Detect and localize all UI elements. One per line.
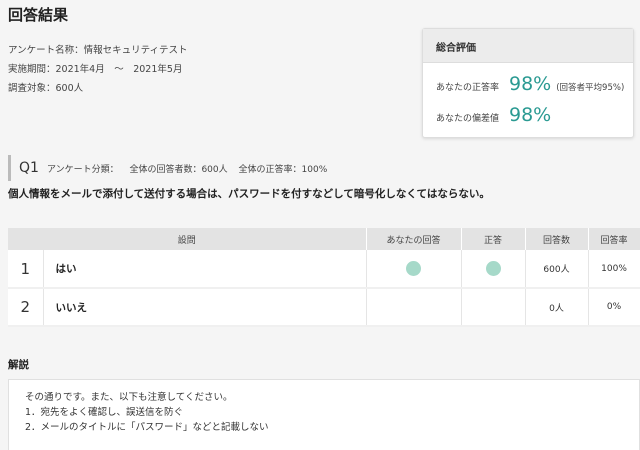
deviation-label: あなたの偏差値: [436, 114, 500, 124]
row-index: 1: [8, 250, 44, 289]
survey-target: 調査対象：600人: [8, 83, 84, 94]
summary-card: 総合評価 あなたの正答率 98% (回答者平均95%) あなたの偏差値 98%: [422, 28, 634, 138]
correct-cell: [461, 288, 526, 327]
summary-title: 総合評価: [423, 29, 633, 63]
your-answer-cell: [366, 250, 462, 289]
question-header: Q1 アンケート分類： 全体の回答者数：600人 全体の正答率：100%: [8, 155, 335, 181]
header-count: 回答数: [525, 228, 589, 250]
page-title: 回答結果: [8, 6, 69, 24]
table-header-row: 設問 あなたの回答 正答 回答数 回答率: [8, 228, 640, 250]
your-answer-cell: [366, 288, 462, 327]
survey-name: アンケート名称：情報セキュリティテスト: [8, 45, 188, 56]
row-choice: はい: [43, 250, 367, 289]
row-count: 0人: [525, 288, 589, 327]
correct-rate-label: あなたの正答率: [436, 83, 500, 93]
question-text: 個人情報をメールで添付して送付する場合は、パスワードを付すなどして暗号化しなくて…: [8, 188, 490, 200]
results-table: 設問 あなたの回答 正答 回答数 回答率 1 はい 600人 100% 2 いい…: [8, 228, 640, 327]
row-index: 2: [8, 288, 44, 327]
explanation-line: 2．メールのタイトルに「パスワード」などと記載しない: [25, 422, 269, 433]
header-your-answer: あなたの回答: [366, 228, 462, 250]
deviation-row: あなたの偏差値 98%: [436, 104, 556, 126]
correct-cell: [461, 250, 526, 289]
header-rate: 回答率: [588, 228, 640, 250]
table-row: 2 いいえ 0人 0%: [8, 288, 640, 327]
table-row: 1 はい 600人 100%: [8, 250, 640, 289]
question-overall-rate: 全体の正答率：100%: [238, 164, 328, 175]
row-count: 600人: [525, 250, 589, 289]
header-question: 設問: [8, 228, 367, 250]
correct-marker-icon: [485, 261, 501, 276]
row-rate: 100%: [588, 250, 640, 289]
explanation-box: その通りです。また、以下も注意してください。 1．宛先をよく確認し、誤送信を防ぐ…: [8, 379, 640, 450]
explanation-title: 解説: [8, 359, 29, 371]
question-number: Q1: [19, 160, 39, 176]
explanation-line: 1．宛先をよく確認し、誤送信を防ぐ: [25, 407, 184, 418]
survey-period: 実施期間：2021年4月 ～ 2021年5月: [8, 64, 183, 75]
correct-rate-value: 98%: [509, 73, 552, 95]
question-respondents: 全体の回答者数：600人: [129, 164, 228, 175]
average-rate-note: (回答者平均95%): [556, 83, 625, 93]
explanation-line: その通りです。また、以下も注意してください。: [25, 392, 233, 403]
question-category: アンケート分類：: [46, 164, 119, 175]
question-meta: アンケート分類： 全体の回答者数：600人 全体の正答率：100%: [47, 162, 335, 175]
deviation-value: 98%: [509, 104, 552, 126]
header-correct: 正答: [461, 228, 526, 250]
your-answer-marker-icon: [406, 261, 422, 276]
row-choice: いいえ: [43, 288, 367, 327]
row-rate: 0%: [588, 288, 640, 327]
correct-rate-row: あなたの正答率 98% (回答者平均95%): [436, 73, 624, 95]
